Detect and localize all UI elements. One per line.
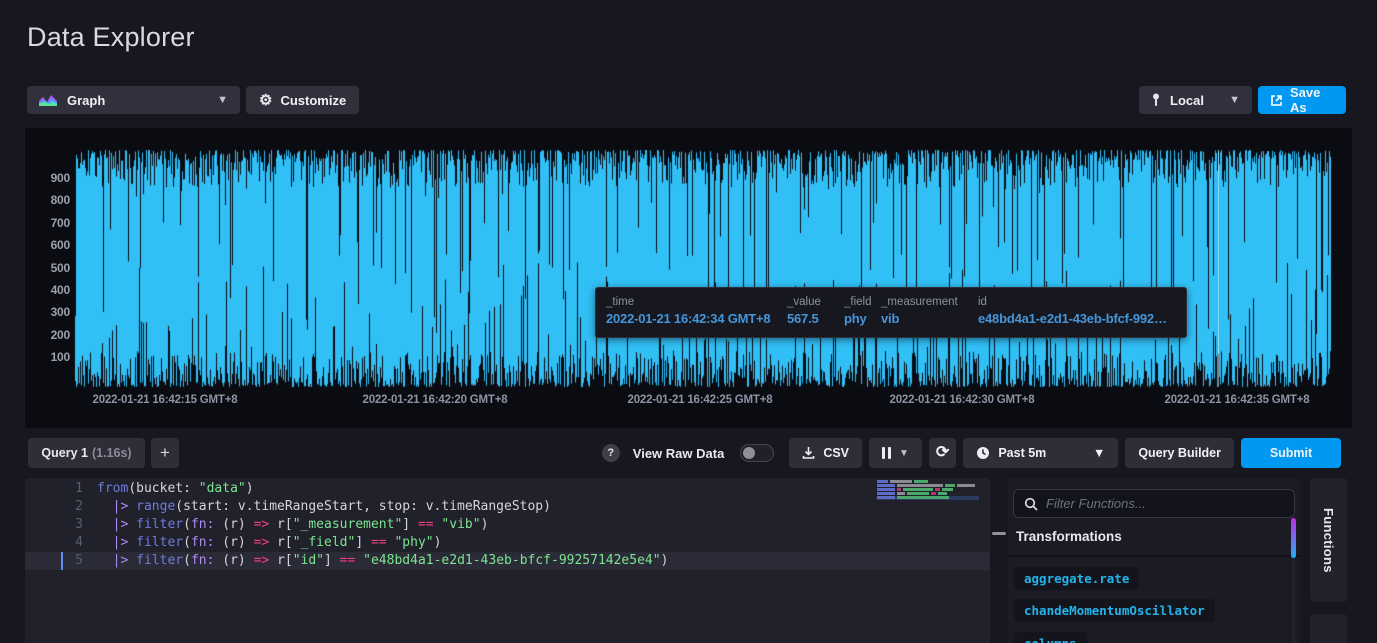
page-title: Data Explorer (27, 22, 195, 53)
code-text: |> filter(fn: (r) => r["_measurement"] =… (97, 516, 488, 534)
tooltip-column: _measurementvib (881, 296, 978, 337)
y-tick-label: 400 (25, 283, 70, 297)
chevron-down-icon: ▼ (899, 448, 909, 459)
code-line[interactable]: 2 |> range(start: v.timeRangeStart, stop… (25, 498, 990, 516)
line-number: 1 (25, 480, 83, 498)
chart-canvas[interactable] (25, 128, 1352, 428)
y-tick-label: 100 (25, 350, 70, 364)
transformations-section-header: Transformations (1016, 529, 1122, 544)
y-tick-label: 900 (25, 171, 70, 185)
line-number: 3 (25, 516, 83, 534)
x-tick-label: 2022-01-21 16:42:30 GMT+8 (890, 394, 1035, 406)
line-number: 2 (25, 498, 83, 516)
code-text: |> filter(fn: (r) => r["_field"] == "phy… (97, 534, 441, 552)
tab-functions[interactable]: Functions (1310, 478, 1347, 602)
export-icon (1270, 94, 1283, 107)
gear-icon: ⚙ (259, 93, 272, 108)
chevron-down-icon: ▼ (217, 94, 228, 106)
refresh-button[interactable]: ⟳ (929, 438, 956, 468)
csv-download-button[interactable]: CSV (789, 438, 862, 468)
function-chip[interactable]: columns (1014, 632, 1087, 643)
local-label: Local (1170, 93, 1204, 108)
section-divider (1008, 555, 1300, 557)
query-toolbar: Query 1 (1.16s) + ? View Raw Data CSV ▼ … (0, 437, 1377, 469)
tooltip-column: _value567.5 (787, 296, 844, 337)
pin-icon (1151, 93, 1161, 107)
clock-icon (976, 446, 990, 460)
code-line[interactable]: 4 |> filter(fn: (r) => r["_field"] == "p… (25, 534, 990, 552)
graph-icon (39, 94, 57, 106)
visualization-type-label: Graph (67, 93, 105, 108)
y-tick-label: 800 (25, 193, 70, 207)
csv-label: CSV (823, 446, 849, 460)
help-icon[interactable]: ? (602, 444, 620, 462)
query-builder-button[interactable]: Query Builder (1125, 438, 1234, 468)
time-range-label: Past 5m (998, 446, 1046, 460)
visualization-type-dropdown[interactable]: Graph ▼ (27, 86, 240, 114)
search-icon (1024, 497, 1038, 511)
code-line[interactable]: 1 from(bucket: "data") (25, 480, 990, 498)
code-text: |> filter(fn: (r) => r["id"] == "e48bd4a… (97, 552, 668, 570)
write-target-dropdown[interactable]: Local ▼ (1139, 86, 1252, 114)
hover-tooltip: _time2022-01-21 16:42:34 GMT+8_value567.… (595, 287, 1187, 338)
view-raw-data-label: View Raw Data (633, 446, 725, 461)
customize-label: Customize (280, 93, 346, 108)
code-text: |> range(start: v.timeRangeStart, stop: … (97, 498, 551, 516)
panel-resize-handle[interactable] (992, 532, 1006, 535)
search-input[interactable] (1046, 496, 1284, 511)
x-tick-label: 2022-01-21 16:42:15 GMT+8 (93, 394, 238, 406)
hover-crosshair (1218, 150, 1219, 387)
code-line[interactable]: 5 |> filter(fn: (r) => r["id"] == "e48bd… (25, 552, 990, 570)
filter-functions-search[interactable] (1013, 489, 1295, 518)
time-range-dropdown[interactable]: Past 5m ▼ (963, 438, 1118, 468)
y-tick-label: 200 (25, 328, 70, 342)
refresh-icon: ⟳ (936, 445, 949, 461)
customize-button[interactable]: ⚙ Customize (246, 86, 359, 114)
function-chip[interactable]: aggregate.rate (1014, 567, 1139, 590)
tooltip-column: ide48bd4a1-e2d1-43eb-bfcf-992… (978, 296, 1176, 337)
query-tab[interactable]: Query 1 (1.16s) (28, 438, 145, 468)
y-tick-label: 700 (25, 216, 70, 230)
query-duration: (1.16s) (92, 446, 132, 460)
add-query-button[interactable]: + (151, 438, 179, 468)
function-chip[interactable]: chandeMomentumOscillator (1014, 599, 1215, 622)
line-number: 5 (25, 552, 83, 570)
query-tab-name: Query 1 (41, 446, 88, 460)
tab-below-functions[interactable] (1310, 614, 1347, 643)
editor-minimap[interactable] (877, 480, 991, 500)
pause-icon (882, 447, 891, 459)
chart-panel: 900 800 700 600 500 400 300 200 100 2022-01-21 1… (25, 128, 1352, 428)
tooltip-column: _time2022-01-21 16:42:34 GMT+8 (606, 296, 787, 337)
functions-tab-label: Functions (1321, 508, 1336, 573)
save-as-button[interactable]: Save As (1258, 86, 1346, 114)
y-tick-label: 300 (25, 305, 70, 319)
y-tick-label: 600 (25, 238, 70, 252)
code-text: from(bucket: "data") (97, 480, 254, 498)
download-icon (802, 446, 815, 460)
x-tick-label: 2022-01-21 16:42:25 GMT+8 (628, 394, 773, 406)
scrollbar-thumb[interactable] (1291, 518, 1296, 558)
code-line[interactable]: 3 |> filter(fn: (r) => r["_measurement"]… (25, 516, 990, 534)
submit-button[interactable]: Submit (1241, 438, 1341, 468)
tooltip-column: _fieldphy (844, 296, 881, 337)
pause-button[interactable]: ▼ (869, 438, 922, 468)
x-tick-label: 2022-01-21 16:42:20 GMT+8 (363, 394, 508, 406)
view-raw-data-toggle[interactable] (740, 444, 774, 462)
flux-code-editor[interactable]: 1from(bucket: "data")2 |> range(start: v… (25, 478, 990, 643)
save-as-label: Save As (1290, 85, 1334, 115)
line-number: 4 (25, 534, 83, 552)
x-tick-label: 2022-01-21 16:42:35 GMT+8 (1165, 394, 1310, 406)
chevron-down-icon: ▼ (1229, 94, 1240, 106)
y-tick-label: 500 (25, 261, 70, 275)
toggle-knob (743, 447, 755, 459)
chevron-down-icon: ▼ (1093, 446, 1105, 460)
functions-panel: Transformations aggregate.rate chandeMome… (1008, 478, 1300, 643)
